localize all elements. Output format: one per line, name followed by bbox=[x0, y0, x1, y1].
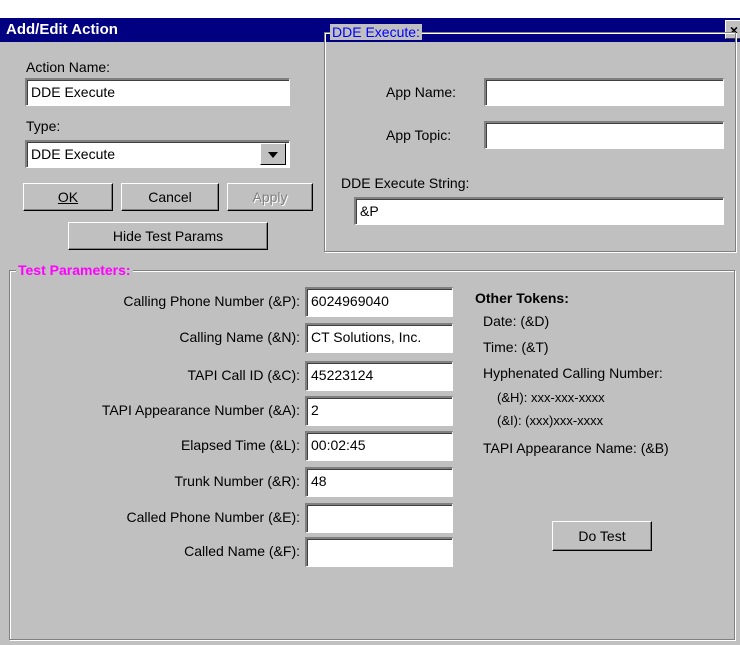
test-param-label: Called Phone Number (&E): bbox=[126, 509, 300, 525]
test-param-input[interactable]: 48 bbox=[305, 467, 453, 497]
test-param-label: Trunk Number (&R): bbox=[174, 473, 300, 489]
test-param-label: TAPI Appearance Number (&A): bbox=[101, 402, 300, 418]
test-param-input[interactable]: 45223124 bbox=[305, 361, 453, 391]
test-param-label: Called Name (&F): bbox=[184, 543, 300, 559]
app-topic-label: App Topic: bbox=[386, 127, 452, 143]
hyphenated-calling-number-label: Hyphenated Calling Number: bbox=[483, 365, 663, 381]
test-parameters-group-title: Test Parameters: bbox=[16, 262, 133, 278]
action-name-label: Action Name: bbox=[26, 59, 111, 75]
app-name-input[interactable] bbox=[484, 78, 724, 106]
test-param-label: TAPI Call ID (&C): bbox=[187, 367, 300, 383]
test-param-label: Calling Phone Number (&P): bbox=[123, 293, 300, 309]
dde-execute-group-title: DDE Execute: bbox=[330, 24, 422, 40]
other-tokens-title: Other Tokens: bbox=[475, 290, 569, 306]
time-token: Time: (&T) bbox=[483, 339, 549, 355]
test-param-input[interactable]: CT Solutions, Inc. bbox=[305, 323, 453, 353]
test-param-label: Elapsed Time (&L): bbox=[180, 437, 300, 453]
app-topic-input[interactable] bbox=[484, 121, 724, 149]
add-edit-action-dialog: Add/Edit Action × Action Name: DDE Execu… bbox=[0, 0, 740, 645]
apply-button-label: Apply bbox=[252, 189, 288, 205]
type-dropdown-button[interactable] bbox=[260, 143, 286, 165]
h-token: (&H): xxx-xxx-xxxx bbox=[497, 390, 605, 405]
test-param-input[interactable]: 00:02:45 bbox=[305, 431, 453, 461]
type-select-value: DDE Execute bbox=[31, 146, 116, 162]
i-token: (&I): (xxx)xxx-xxxx bbox=[497, 413, 604, 428]
type-select[interactable]: DDE Execute bbox=[25, 140, 290, 168]
test-param-input[interactable]: 2 bbox=[305, 396, 453, 426]
screen-top-strip bbox=[0, 0, 740, 18]
window-title: Add/Edit Action bbox=[6, 21, 118, 38]
ok-button-label: OK bbox=[57, 189, 79, 205]
do-test-button-label: Do Test bbox=[578, 528, 626, 544]
dde-execute-string-input[interactable]: &P bbox=[354, 197, 724, 225]
action-name-input[interactable]: DDE Execute bbox=[25, 78, 290, 106]
test-param-input[interactable] bbox=[305, 537, 453, 567]
test-param-input[interactable] bbox=[305, 503, 453, 533]
app-name-label: App Name: bbox=[386, 84, 457, 100]
apply-button[interactable]: Apply bbox=[227, 183, 313, 211]
cancel-button-label: Cancel bbox=[148, 189, 192, 205]
dde-execute-string-label: DDE Execute String: bbox=[341, 175, 470, 191]
test-param-input[interactable]: 6024969040 bbox=[305, 287, 453, 317]
cancel-button[interactable]: Cancel bbox=[121, 183, 219, 211]
tapi-appearance-name-token: TAPI Appearance Name: (&B) bbox=[483, 440, 669, 456]
chevron-down-icon bbox=[268, 152, 278, 158]
hide-test-params-label: Hide Test Params bbox=[112, 228, 224, 244]
test-param-label: Calling Name (&N): bbox=[179, 329, 300, 345]
do-test-button[interactable]: Do Test bbox=[552, 521, 652, 551]
type-label: Type: bbox=[26, 118, 61, 134]
date-token: Date: (&D) bbox=[483, 313, 550, 329]
hide-test-params-button[interactable]: Hide Test Params bbox=[68, 222, 268, 250]
ok-button[interactable]: OK bbox=[23, 183, 113, 211]
